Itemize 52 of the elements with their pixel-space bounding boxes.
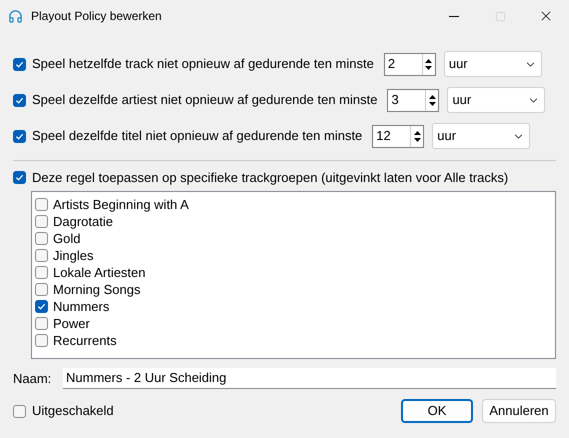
number-spinner[interactable]: 2 [384,52,436,76]
group-item[interactable]: Dagrotatie [53,212,113,232]
checkbox[interactable] [13,58,26,70]
window-title: Playout Policy bewerken [31,8,162,25]
checkmark-icon [15,96,24,104]
rule-label: Speel hetzelfde track niet opnieuw af gedurende ten minste [32,55,374,74]
group-item[interactable]: Morning Songs [53,280,140,300]
unit-dropdown[interactable]: uur [432,123,530,149]
group-item[interactable]: Recurrents [53,330,117,350]
name-label: Naam: [13,370,52,388]
checkbox[interactable] [35,198,48,211]
group-item[interactable]: Jingles [53,246,94,266]
group-item[interactable]: Gold [53,228,80,248]
checkmark-icon [15,132,24,140]
headphones-icon [8,8,23,24]
dialog-button[interactable]: Annuleren [482,399,556,423]
number-spinner[interactable]: 3 [387,88,440,112]
checkbox[interactable] [35,232,48,245]
checkmark-icon [37,302,46,311]
disabled-label: Uitgeschakeld [32,402,114,420]
group-item[interactable]: Nummers [53,296,110,316]
up-arrow-icon[interactable] [425,58,432,62]
dialog-button[interactable]: OK [401,399,473,423]
down-arrow-icon[interactable] [425,66,432,70]
checkbox[interactable] [13,130,26,142]
group-filter-label: Deze regel toepassen op specifieke trackgroepen (uitgevinkt laten voor Alle tracks) [32,168,508,187]
checkbox[interactable] [13,404,26,418]
unit-dropdown[interactable]: uur [444,51,542,77]
checkbox[interactable] [35,317,48,330]
name-field[interactable]: Nummers - 2 Uur Scheiding [63,368,556,389]
checkbox[interactable] [35,249,48,262]
up-arrow-icon[interactable] [414,130,421,134]
up-arrow-icon[interactable] [428,94,436,98]
checkbox[interactable] [35,300,48,313]
maximize-icon [494,10,506,22]
rule-label: Speel dezelfde titel niet opnieuw af gedurende ten minste [32,127,362,146]
down-arrow-icon[interactable] [414,138,421,142]
checkbox[interactable] [35,215,48,228]
checkmark-icon [15,60,24,68]
group-item[interactable]: Lokale Artiesten [53,262,146,282]
number-spinner[interactable]: 12 [372,124,424,148]
checkbox[interactable] [35,334,48,347]
down-arrow-icon[interactable] [428,102,436,106]
checkbox[interactable] [13,171,26,184]
group-item[interactable]: Power [53,314,90,334]
rule-label: Speel dezelfde artiest niet opnieuw af gedurende ten minste [32,91,378,110]
checkbox[interactable] [13,94,26,106]
checkbox[interactable] [35,266,48,279]
checkbox[interactable] [35,283,48,296]
group-item[interactable]: Artists Beginning with A [53,194,189,214]
unit-dropdown[interactable]: uur [447,87,546,113]
checkmark-icon [15,173,24,182]
